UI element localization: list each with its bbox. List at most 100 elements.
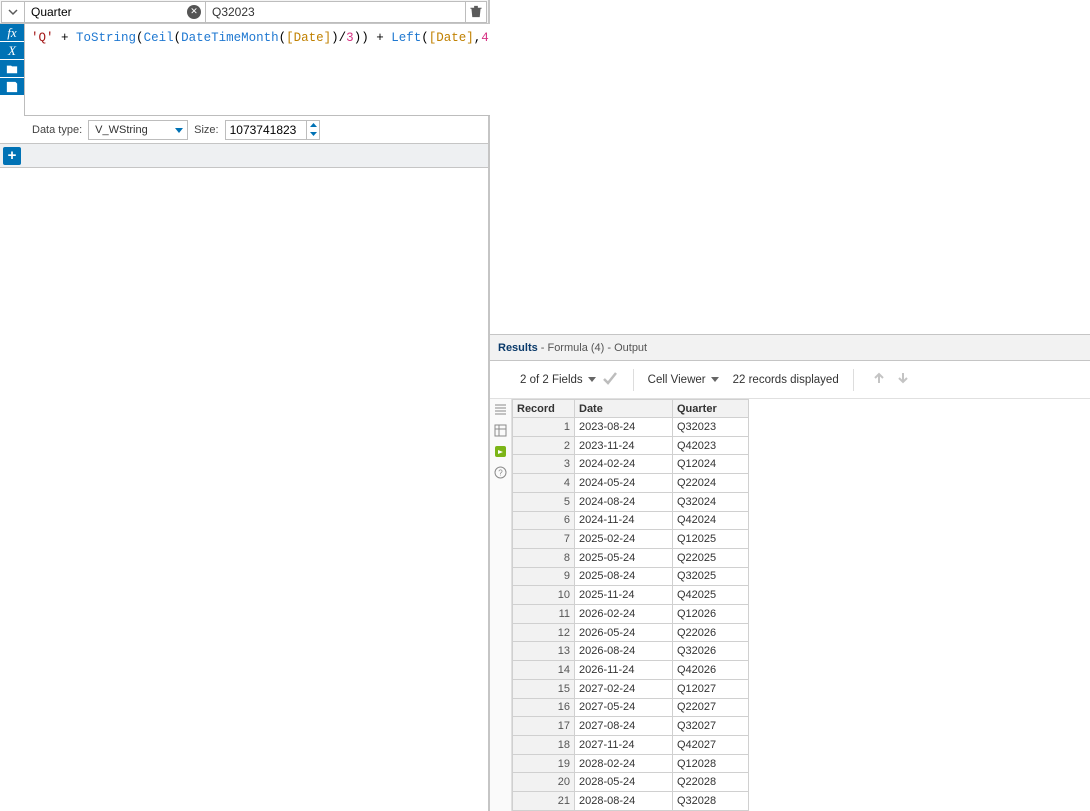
table-row[interactable]: 32024-02-24Q12024 xyxy=(513,455,749,474)
size-input[interactable] xyxy=(226,123,307,137)
cell-date[interactable]: 2023-11-24 xyxy=(575,436,673,455)
cell-quarter[interactable]: Q22026 xyxy=(673,623,749,642)
cell-quarter[interactable]: Q32023 xyxy=(673,418,749,437)
help-icon[interactable]: ? xyxy=(494,465,508,479)
table-row[interactable]: 22023-11-24Q42023 xyxy=(513,436,749,455)
cell-quarter[interactable]: Q12027 xyxy=(673,679,749,698)
cell-quarter[interactable]: Q12025 xyxy=(673,530,749,549)
table-row[interactable]: 12023-08-24Q32023 xyxy=(513,418,749,437)
cell-record[interactable]: 16 xyxy=(513,698,575,717)
cell-date[interactable]: 2027-02-24 xyxy=(575,679,673,698)
cell-record[interactable]: 19 xyxy=(513,754,575,773)
cell-record[interactable]: 17 xyxy=(513,717,575,736)
cell-quarter[interactable]: Q42027 xyxy=(673,735,749,754)
cell-date[interactable]: 2028-05-24 xyxy=(575,773,673,792)
arrow-up-icon[interactable] xyxy=(872,371,886,388)
cell-record[interactable]: 8 xyxy=(513,548,575,567)
cell-date[interactable]: 2025-08-24 xyxy=(575,567,673,586)
cell-record[interactable]: 14 xyxy=(513,661,575,680)
size-stepper[interactable] xyxy=(225,120,320,140)
table-row[interactable]: 102025-11-24Q42025 xyxy=(513,586,749,605)
cell-quarter[interactable]: Q12028 xyxy=(673,754,749,773)
table-row[interactable]: 142026-11-24Q42026 xyxy=(513,661,749,680)
cell-quarter[interactable]: Q32026 xyxy=(673,642,749,661)
collapse-toggle[interactable] xyxy=(1,1,25,23)
results-table[interactable]: Record Date Quarter 12023-08-24Q32023220… xyxy=(512,399,749,811)
table-row[interactable]: 202028-05-24Q22028 xyxy=(513,773,749,792)
fx-icon[interactable]: fx xyxy=(0,24,24,42)
cell-date[interactable]: 2026-11-24 xyxy=(575,661,673,680)
folder-icon[interactable] xyxy=(0,60,24,78)
cell-record[interactable]: 6 xyxy=(513,511,575,530)
cell-date[interactable]: 2024-05-24 xyxy=(575,474,673,493)
cell-record[interactable]: 20 xyxy=(513,773,575,792)
cell-quarter[interactable]: Q22025 xyxy=(673,548,749,567)
cell-record[interactable]: 3 xyxy=(513,455,575,474)
cell-date[interactable]: 2025-02-24 xyxy=(575,530,673,549)
cell-record[interactable]: 11 xyxy=(513,605,575,624)
cell-date[interactable]: 2026-05-24 xyxy=(575,623,673,642)
messages-icon[interactable] xyxy=(494,444,508,458)
table-row[interactable]: 192028-02-24Q12028 xyxy=(513,754,749,773)
size-down-button[interactable] xyxy=(307,130,318,139)
col-quarter[interactable]: Quarter xyxy=(673,400,749,418)
cell-quarter[interactable]: Q42026 xyxy=(673,661,749,680)
cell-record[interactable]: 2 xyxy=(513,436,575,455)
field-name-input[interactable] xyxy=(31,5,187,19)
cell-record[interactable]: 4 xyxy=(513,474,575,493)
col-record[interactable]: Record xyxy=(513,400,575,418)
cell-record[interactable]: 1 xyxy=(513,418,575,437)
cell-record[interactable]: 18 xyxy=(513,735,575,754)
cell-date[interactable]: 2028-02-24 xyxy=(575,754,673,773)
cell-date[interactable]: 2028-08-24 xyxy=(575,792,673,811)
table-row[interactable]: 112026-02-24Q12026 xyxy=(513,605,749,624)
cell-viewer-dropdown[interactable]: Cell Viewer xyxy=(648,374,719,386)
cell-quarter[interactable]: Q22028 xyxy=(673,773,749,792)
table-row[interactable]: 72025-02-24Q12025 xyxy=(513,530,749,549)
cell-quarter[interactable]: Q12024 xyxy=(673,455,749,474)
list-icon[interactable] xyxy=(494,402,508,416)
metadata-icon[interactable] xyxy=(494,423,508,437)
cell-quarter[interactable]: Q12026 xyxy=(673,605,749,624)
cell-quarter[interactable]: Q32025 xyxy=(673,567,749,586)
cell-record[interactable]: 13 xyxy=(513,642,575,661)
cell-record[interactable]: 15 xyxy=(513,679,575,698)
cell-date[interactable]: 2025-11-24 xyxy=(575,586,673,605)
cell-record[interactable]: 5 xyxy=(513,492,575,511)
output-field-name[interactable]: ✕ xyxy=(24,1,206,23)
table-row[interactable]: 162027-05-24Q22027 xyxy=(513,698,749,717)
cell-record[interactable]: 7 xyxy=(513,530,575,549)
table-row[interactable]: 122026-05-24Q22026 xyxy=(513,623,749,642)
size-up-button[interactable] xyxy=(307,121,318,130)
data-type-select[interactable]: V_WString xyxy=(88,120,188,140)
cell-date[interactable]: 2023-08-24 xyxy=(575,418,673,437)
table-row[interactable]: 52024-08-24Q32024 xyxy=(513,492,749,511)
cell-quarter[interactable]: Q42025 xyxy=(673,586,749,605)
table-row[interactable]: 182027-11-24Q42027 xyxy=(513,735,749,754)
cell-quarter[interactable]: Q42023 xyxy=(673,436,749,455)
cell-quarter[interactable]: Q22027 xyxy=(673,698,749,717)
arrow-down-icon[interactable] xyxy=(896,371,910,388)
fields-dropdown[interactable]: 2 of 2 Fields xyxy=(520,369,619,390)
table-row[interactable]: 42024-05-24Q22024 xyxy=(513,474,749,493)
cell-record[interactable]: 21 xyxy=(513,792,575,811)
workflow-canvas[interactable]: Σ Quarter = 'Q' + ToString(Ceil(DateTime… xyxy=(490,0,1090,334)
cell-date[interactable]: 2027-08-24 xyxy=(575,717,673,736)
cell-date[interactable]: 2025-05-24 xyxy=(575,548,673,567)
col-date[interactable]: Date xyxy=(575,400,673,418)
cell-record[interactable]: 9 xyxy=(513,567,575,586)
table-row[interactable]: 82025-05-24Q22025 xyxy=(513,548,749,567)
cell-date[interactable]: 2024-11-24 xyxy=(575,511,673,530)
table-row[interactable]: 152027-02-24Q12027 xyxy=(513,679,749,698)
x-var-icon[interactable]: X xyxy=(0,42,24,60)
table-row[interactable]: 62024-11-24Q42024 xyxy=(513,511,749,530)
table-row[interactable]: 212028-08-24Q32028 xyxy=(513,792,749,811)
cell-date[interactable]: 2026-02-24 xyxy=(575,605,673,624)
cell-date[interactable]: 2026-08-24 xyxy=(575,642,673,661)
save-icon[interactable] xyxy=(0,78,24,96)
add-expression-button[interactable]: + xyxy=(3,147,21,165)
table-row[interactable]: 172027-08-24Q32027 xyxy=(513,717,749,736)
cell-quarter[interactable]: Q22024 xyxy=(673,474,749,493)
cell-quarter[interactable]: Q42024 xyxy=(673,511,749,530)
expression-editor[interactable]: 'Q' + ToString(Ceil(DateTimeMonth([Date]… xyxy=(24,24,503,116)
